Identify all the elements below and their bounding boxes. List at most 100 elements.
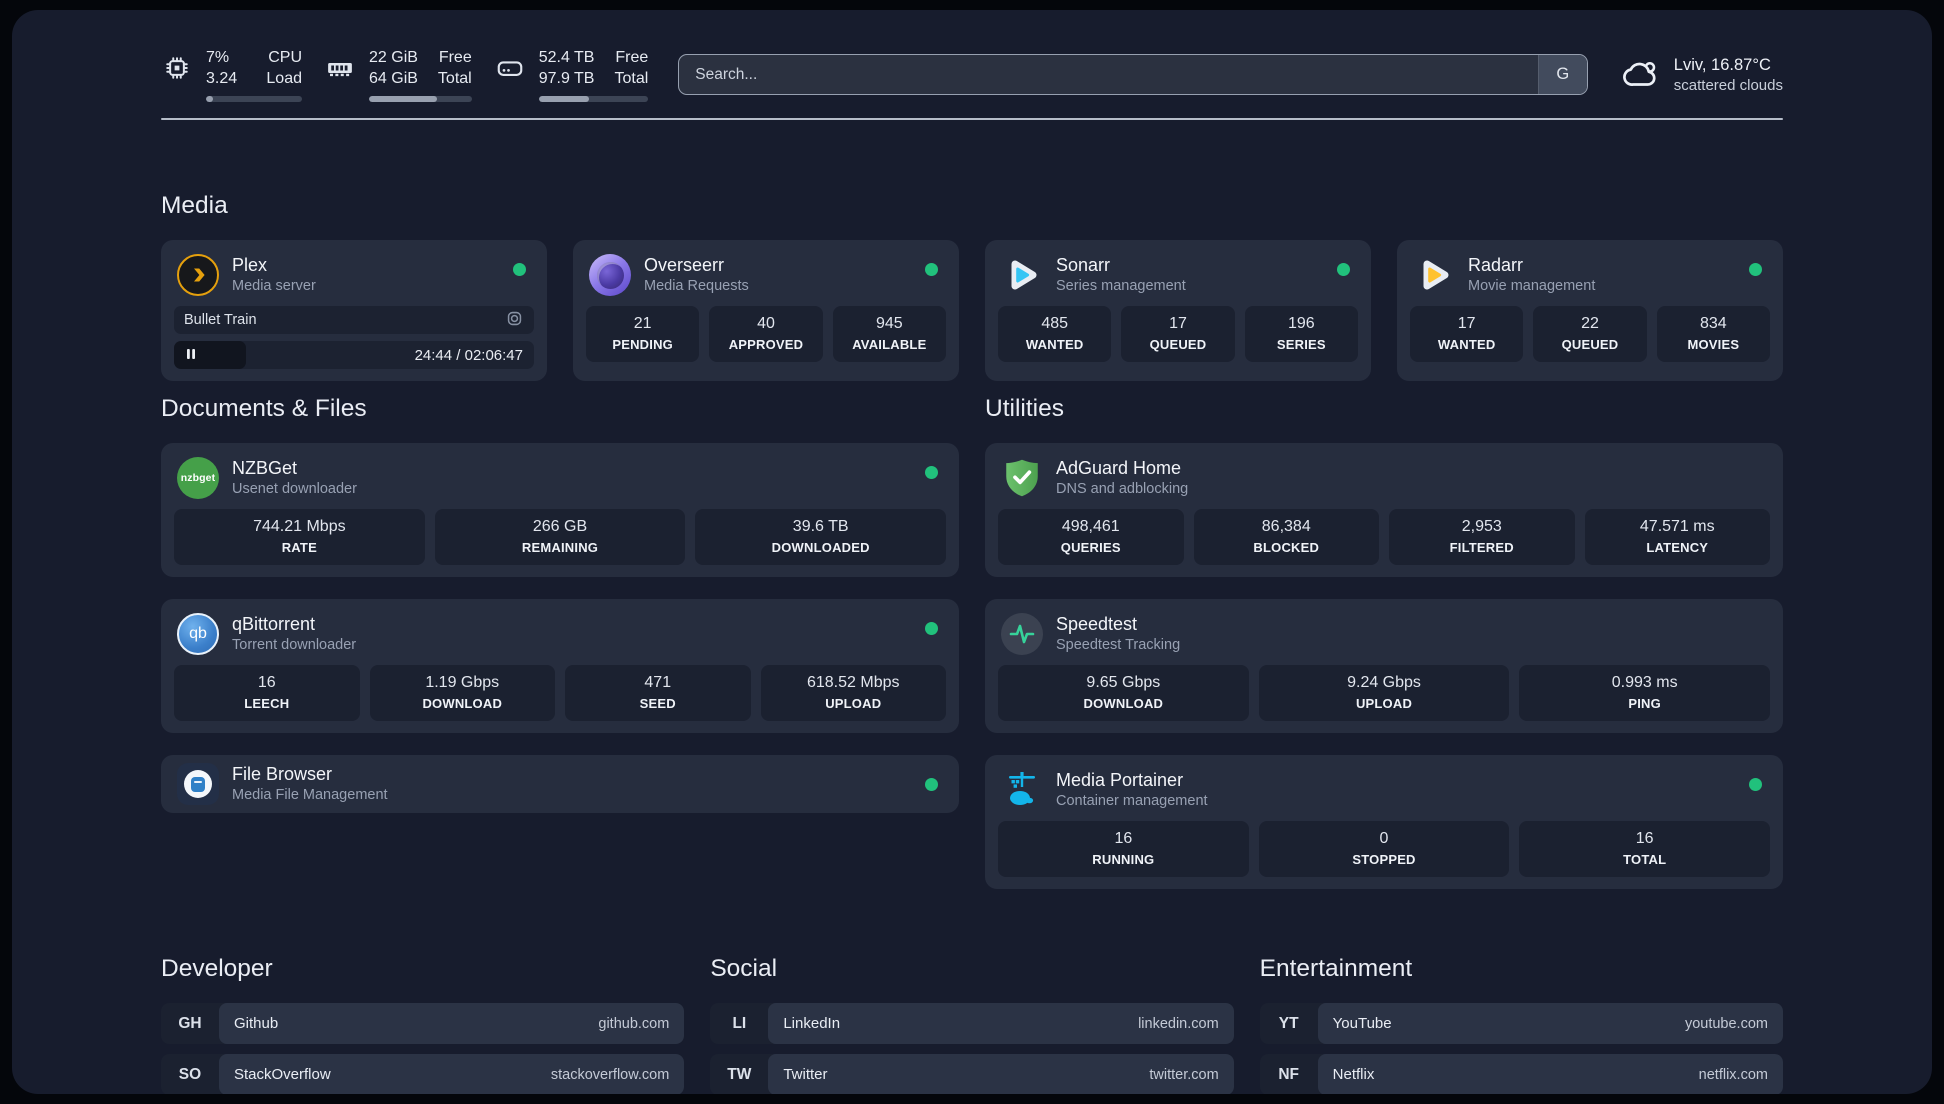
section-title-developer: Developer (161, 955, 273, 982)
memory-metric: 22 GiB 64 GiB Free Total (324, 47, 472, 102)
stat-tile: 0 STOPPED (1258, 821, 1510, 877)
bookmark-linkedin[interactable]: LI LinkedIn linkedin.com (710, 1003, 1234, 1044)
bookmark-stackoverflow[interactable]: SO StackOverflow stackoverflow.com (161, 1054, 685, 1094)
disk-icon (494, 52, 526, 84)
top-bar: 7% 3.24 CPU Load 22 GiB 64 GiB Free Tota… (161, 47, 1783, 102)
bookmark-url: linkedin.com (1138, 1015, 1219, 1032)
app-name: NZBGet (232, 458, 298, 478)
playback-time: 24:44 / 02:06:47 (414, 346, 523, 364)
status-dot-online (1337, 263, 1350, 276)
adguard-icon (1001, 457, 1043, 499)
dashboard: 7% 3.24 CPU Load 22 GiB 64 GiB Free Tota… (12, 10, 1932, 1094)
stat-tile: 196 SERIES (1244, 306, 1358, 362)
system-metrics: 7% 3.24 CPU Load 22 GiB 64 GiB Free Tota… (161, 47, 649, 102)
search-input[interactable] (679, 55, 1538, 94)
qbittorrent-icon: qb (177, 613, 219, 655)
cpu-metric: 7% 3.24 CPU Load (161, 47, 302, 102)
stat-tile: 266 GB REMAINING (434, 509, 686, 565)
bookmark-abbr: TW (727, 1065, 752, 1083)
app-name: Plex (232, 255, 268, 275)
weather-widget: Lviv, 16.87°C scattered clouds (1622, 54, 1783, 95)
radarr-icon (1413, 254, 1455, 296)
stat-tile: 39.6 TB DOWNLOADED (695, 509, 947, 565)
memory-progress-bar (369, 96, 472, 102)
media-grid: Plex Media server Bullet Train 24:44 / 0… (161, 240, 1783, 381)
app-name: File Browser (232, 764, 333, 784)
speedtest-icon (1001, 613, 1043, 655)
storage-free-value: 52.4 TB (538, 49, 595, 66)
cloud-icon (1622, 56, 1660, 94)
bookmark-youtube[interactable]: YT YouTube youtube.com (1259, 1003, 1783, 1044)
app-card-sonarr[interactable]: Sonarr Series management 485 WANTED 17 Q… (985, 240, 1371, 381)
bookmark-name: Github (234, 1015, 279, 1032)
cpu-load-value: 3.24 (206, 70, 238, 87)
ram-icon (324, 52, 356, 84)
pause-icon (185, 347, 197, 364)
stat-tile: 21 PENDING (586, 306, 700, 362)
app-card-qbittorrent[interactable]: qb qBittorrent Torrent downloader 16 LEE… (161, 599, 959, 733)
bookmark-abbr: SO (178, 1065, 202, 1083)
storage-total-label: Total (614, 70, 649, 87)
developer-column: Developer GH Github github.com SO StackO… (161, 955, 685, 1094)
storage-metric: 52.4 TB 97.9 TB Free Total (494, 47, 649, 102)
status-dot-online (925, 622, 938, 635)
bookmark-twitter[interactable]: TW Twitter twitter.com (710, 1054, 1234, 1094)
search-engine-button[interactable]: G (1537, 55, 1587, 94)
app-name: Overseerr (644, 255, 725, 275)
app-description: Media server (232, 278, 316, 294)
stat-tile: 834 MOVIES (1656, 306, 1770, 362)
app-card-speedtest[interactable]: Speedtest Speedtest Tracking 9.65 Gbps D… (985, 599, 1783, 733)
stat-tile: 17 QUEUED (1121, 306, 1235, 362)
bookmark-abbr: GH (178, 1014, 202, 1032)
playback-progress-bar: 24:44 / 02:06:47 (174, 341, 534, 369)
app-card-radarr[interactable]: Radarr Movie management 17 WANTED 22 QUE… (1397, 240, 1783, 381)
app-description: DNS and adblocking (1056, 481, 1189, 497)
app-name: Media Portainer (1056, 770, 1184, 790)
stat-tile: 498,461 QUERIES (998, 509, 1184, 565)
bookmark-name: Twitter (783, 1066, 828, 1083)
stat-tile: 22 QUEUED (1533, 306, 1647, 362)
app-description: Movie management (1468, 278, 1596, 294)
section-title-social: Social (710, 955, 778, 982)
filebrowser-icon (177, 763, 219, 805)
app-card-overseerr[interactable]: Overseerr Media Requests 21 PENDING 40 A… (573, 240, 959, 381)
app-card-adguard[interactable]: AdGuard Home DNS and adblocking 498,461 … (985, 443, 1783, 577)
memory-free-label: Free (438, 49, 472, 66)
stat-tile: 618.52 Mbps UPLOAD (760, 665, 946, 721)
app-card-nzbget[interactable]: nzbget NZBGet Usenet downloader 744.21 M… (161, 443, 959, 577)
stat-tile: 86,384 BLOCKED (1193, 509, 1379, 565)
stat-tile: 16 LEECH (174, 665, 360, 721)
cpu-load-label: Load (266, 70, 302, 87)
cpu-progress-bar (206, 96, 302, 102)
section-title-media: Media (161, 192, 228, 219)
app-card-plex[interactable]: Plex Media server Bullet Train 24:44 / 0… (161, 240, 547, 381)
stat-tile: 1.19 Gbps DOWNLOAD (369, 665, 555, 721)
bookmark-abbr: LI (732, 1014, 747, 1032)
section-title-utilities: Utilities (985, 395, 1064, 422)
stat-tile: 9.65 Gbps DOWNLOAD (998, 665, 1249, 721)
session-icon (505, 309, 524, 332)
bookmark-netflix[interactable]: NF Netflix netflix.com (1259, 1054, 1783, 1094)
bookmark-github[interactable]: GH Github github.com (161, 1003, 685, 1044)
utilities-column: Utilities AdGuard Home DNS and adblockin… (985, 395, 1783, 889)
stat-tile: 40 APPROVED (709, 306, 823, 362)
app-description: Series management (1056, 278, 1186, 294)
bookmark-url: stackoverflow.com (550, 1066, 670, 1083)
bookmark-abbr: NF (1278, 1065, 1299, 1083)
stat-tile: 47.571 ms LATENCY (1584, 509, 1770, 565)
app-description: Usenet downloader (232, 481, 357, 497)
app-description: Container management (1056, 793, 1208, 809)
section-title-documents: Documents & Files (161, 395, 367, 422)
app-card-filebrowser[interactable]: File Browser Media File Management (161, 755, 959, 813)
app-card-portainer[interactable]: Media Portainer Container management 16 … (985, 755, 1783, 889)
bookmark-url: netflix.com (1698, 1066, 1768, 1083)
bookmark-url: youtube.com (1684, 1015, 1768, 1032)
playback-played-segment (174, 341, 246, 369)
memory-total-value: 64 GiB (369, 70, 418, 87)
status-dot-online (1749, 263, 1762, 276)
weather-condition: scattered clouds (1673, 77, 1783, 94)
status-dot-online (1749, 778, 1762, 791)
status-dot-online (925, 263, 938, 276)
now-playing-title: Bullet Train (184, 312, 257, 328)
memory-total-label: Total (437, 70, 472, 87)
